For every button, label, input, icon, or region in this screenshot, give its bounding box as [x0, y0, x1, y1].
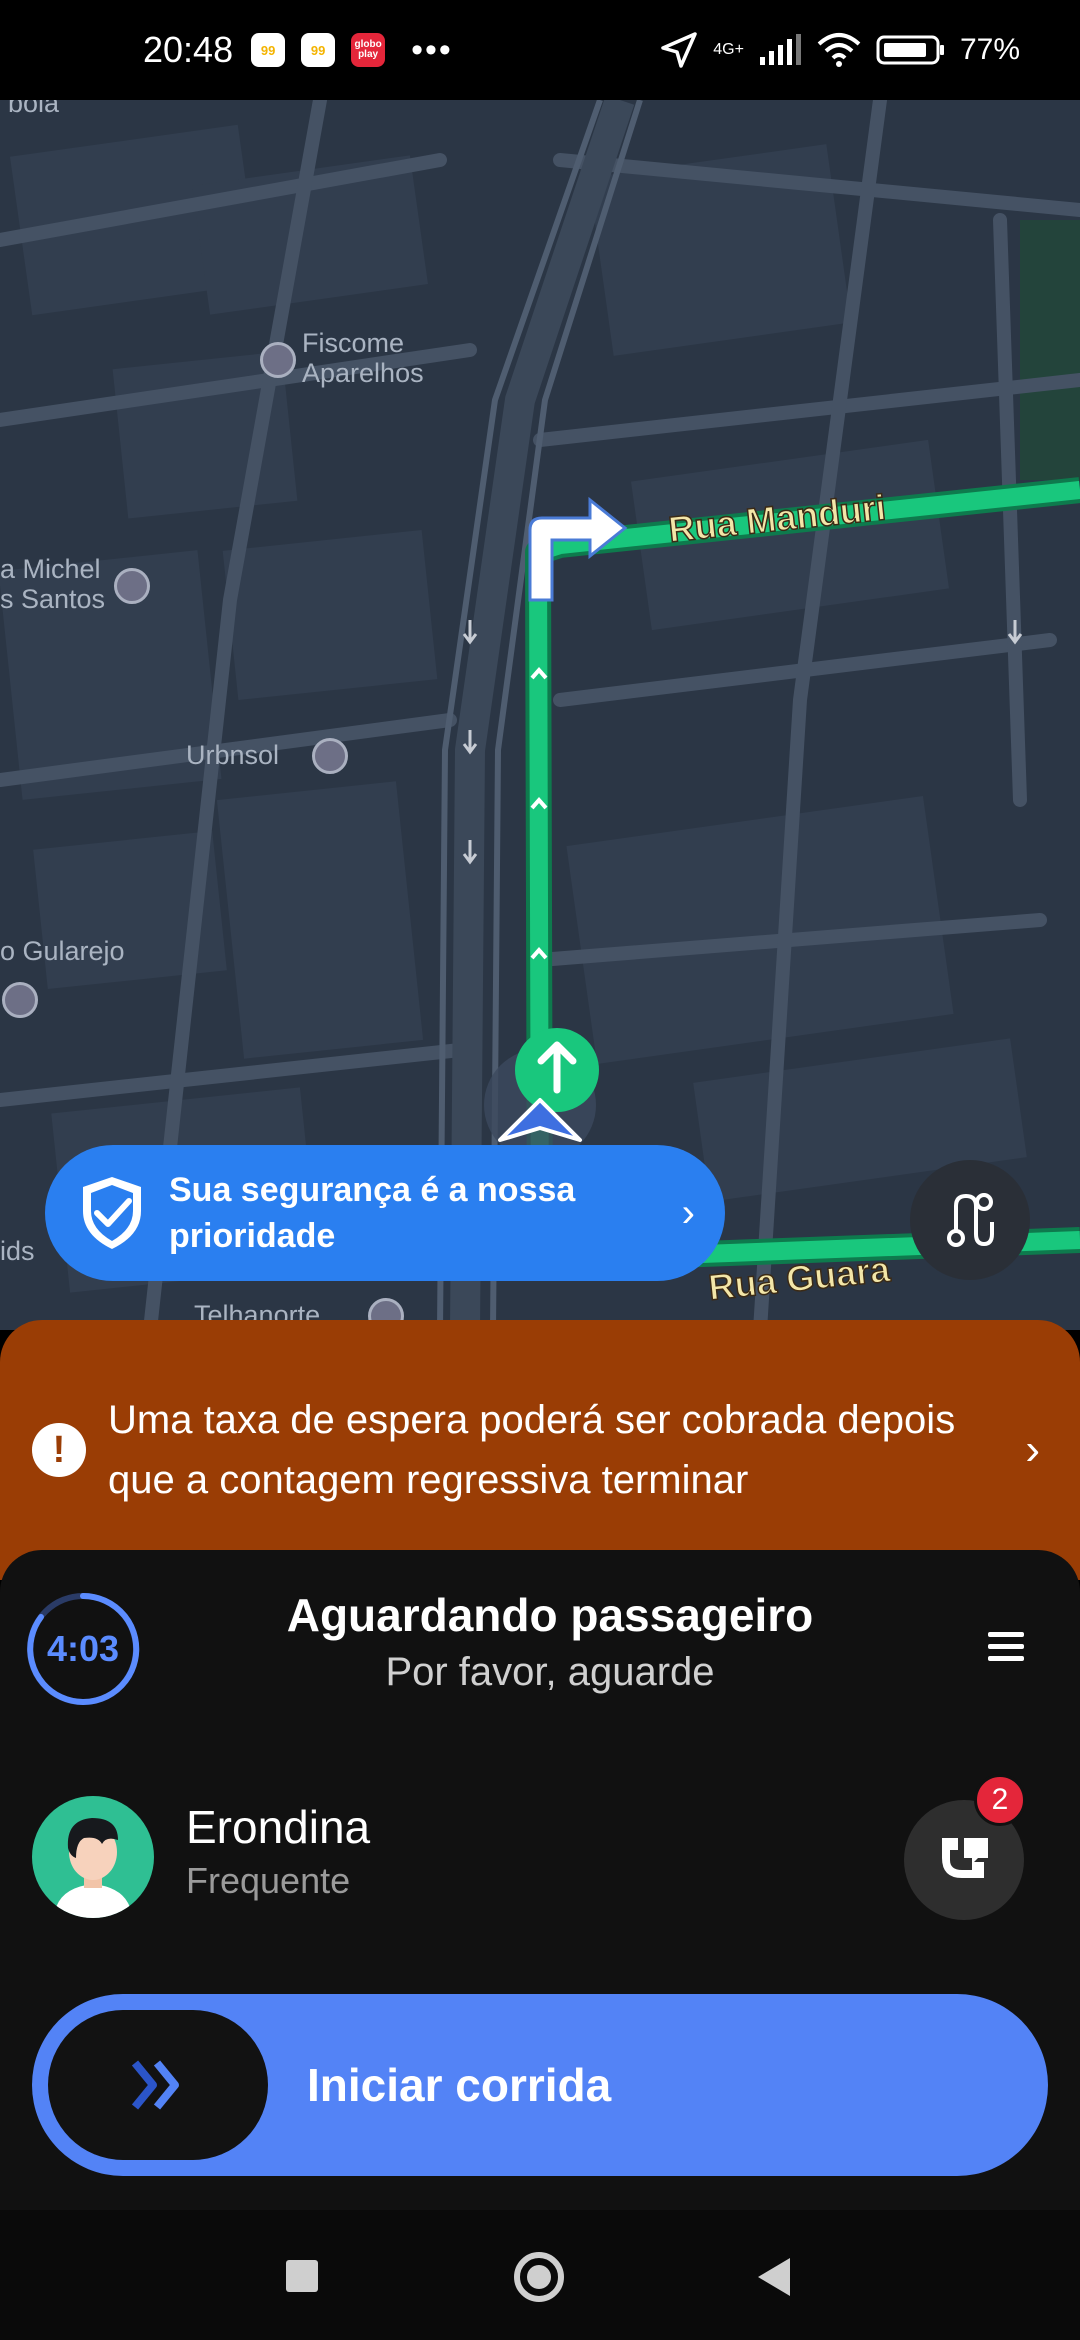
avatar	[32, 1796, 154, 1918]
chevron-right-icon: ›	[1025, 1425, 1040, 1474]
menu-line	[988, 1656, 1024, 1661]
passenger-tag: Frequente	[186, 1860, 351, 1901]
globoplay-icon: globo play	[351, 33, 386, 67]
safety-label: Sua segurança é a nossa prioridade	[169, 1171, 576, 1255]
status-bar: 20:48 99 99 globo play ••• 4G+ 77%	[0, 0, 1080, 100]
double-chevron-right-icon	[131, 2060, 179, 2110]
status-time: 20:48	[143, 29, 234, 70]
poi-gularejo[interactable]: o Gularejo	[0, 936, 125, 966]
home-button[interactable]	[514, 2252, 564, 2302]
shield-check-icon	[83, 1177, 141, 1249]
menu-line	[988, 1632, 1024, 1637]
safety-banner-button[interactable]: Sua segurança é a nossa prioridade ›	[45, 1145, 725, 1281]
waiting-fee-banner[interactable]: ! Uma taxa de espera poderá ser cobrada …	[0, 1320, 1080, 1580]
recent-apps-button[interactable]	[286, 2260, 318, 2292]
start-ride-slider[interactable]: Iniciar corrida	[32, 1994, 1048, 2176]
shopping-pin-icon[interactable]	[260, 342, 296, 378]
ride-bottom-sheet: 4:03 Aguardando passageiro Por favor, ag…	[0, 1550, 1080, 2210]
app-99-icon: 99	[251, 33, 286, 67]
unread-count-badge: 2	[974, 1774, 1026, 1826]
start-ride-label: Iniciar corrida	[307, 2059, 612, 2111]
route-icon	[947, 1193, 994, 1247]
poi-urbnsol[interactable]: Urbnsol	[186, 740, 279, 770]
route-overview-button[interactable]	[910, 1160, 1030, 1280]
poi-label: ids	[0, 1236, 35, 1266]
poi-label: bola	[8, 100, 60, 118]
waiting-fee-text: Uma taxa de espera poderá ser cobrada de…	[108, 1398, 956, 1502]
restaurant-pin-icon[interactable]	[2, 982, 38, 1018]
person-avatar-icon	[54, 1818, 132, 1918]
slider-handle[interactable]	[48, 2010, 268, 2160]
more-notifications-icon: •••	[411, 30, 453, 69]
shopping-pin-icon[interactable]	[312, 738, 348, 774]
status-indicators: 4G+ 77%	[659, 30, 1020, 70]
poi-michel[interactable]: a Michel s Santos	[0, 554, 105, 614]
wifi-icon	[817, 33, 861, 67]
menu-button[interactable]	[988, 1632, 1024, 1662]
battery-icon	[876, 35, 944, 65]
battery-percent: 77%	[959, 33, 1020, 66]
back-button[interactable]	[758, 2258, 790, 2296]
app-99-icon: 99	[301, 33, 336, 67]
location-icon	[661, 32, 698, 68]
signal-icon	[759, 34, 801, 65]
passenger-name: Erondina	[186, 1801, 371, 1853]
system-navigation-bar	[0, 2210, 1080, 2340]
sheet-subtitle: Por favor, aguarde	[385, 1650, 715, 1694]
phone-chat-icon	[942, 1838, 988, 1878]
alert-icon: !	[32, 1423, 86, 1477]
sheet-title: Aguardando passageiro	[286, 1589, 814, 1641]
network-type: 4G+	[713, 41, 744, 58]
poi-fiscome[interactable]: Fiscome Aparelhos	[302, 328, 424, 388]
restaurant-pin-icon[interactable]	[114, 568, 150, 604]
chevron-right-icon: ›	[681, 1190, 695, 1235]
menu-line	[988, 1644, 1024, 1649]
